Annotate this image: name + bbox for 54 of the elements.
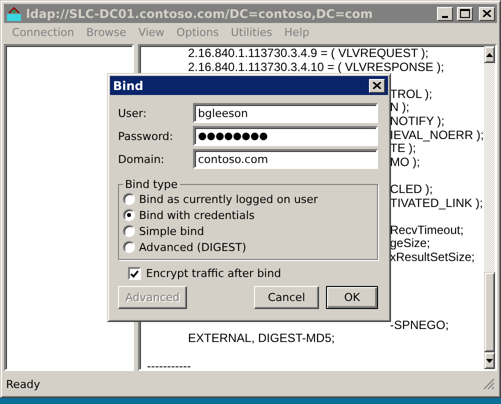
output-line: geSize; (390, 236, 430, 250)
radio-button[interactable] (123, 209, 135, 221)
close-button[interactable] (479, 6, 495, 20)
up-arrow-icon (486, 52, 493, 56)
output-line: CLED ); (390, 182, 433, 196)
radio-button[interactable] (123, 241, 135, 253)
checkbox-label[interactable]: Encrypt traffic after bind (146, 267, 282, 280)
group-title: Bind type (124, 178, 179, 191)
minimize-button[interactable] (437, 6, 453, 20)
maximize-button[interactable] (457, 6, 473, 20)
radio-label[interactable]: Advanced (DIGEST) (139, 240, 246, 254)
minimize-icon (442, 16, 448, 18)
output-line: EXTERNAL, DIGEST-MD5; (188, 331, 335, 346)
field-label: Domain: (118, 152, 166, 166)
output-line: IEVAL_NOERR ); (390, 128, 484, 142)
down-arrow-icon (486, 358, 493, 362)
scrollbar[interactable] (484, 46, 495, 369)
output-line: TE ); (390, 141, 416, 156)
output-line: TROL ); (390, 86, 432, 101)
output-line: NOTIFY ); (390, 114, 444, 128)
output-line: N ); (390, 100, 410, 114)
password-field[interactable]: ●●●●●●●● (193, 126, 378, 146)
output-line: TIVATED_LINK ); (390, 196, 483, 210)
output-line: -SPNEGO; (390, 318, 449, 332)
close-icon (373, 82, 381, 89)
cancel-button[interactable]: Cancel (254, 286, 319, 309)
field-label: Password: (118, 130, 174, 142)
radio-label[interactable]: Bind with credentials (139, 208, 255, 222)
dialog-title: Bind (113, 78, 144, 92)
status-text: Ready (6, 378, 42, 390)
output-line: 2.16.840.1.113730.3.4.9 = ( VLVREQUEST ); (188, 46, 428, 60)
ok-button[interactable]: OK (326, 286, 378, 309)
radio-label[interactable]: Bind as currently logged on user (139, 192, 318, 206)
input-field[interactable]: contoso.com (193, 149, 378, 169)
radio-button[interactable] (123, 193, 135, 205)
input-field[interactable]: bgleeson (193, 103, 378, 123)
window-title: ldap://SLC-DC01.contoso.com/DC=contoso,DC=com (26, 6, 374, 20)
output-line: 2.16.840.1.113730.3.4.10 = ( VLVRESPONSE ); (188, 60, 444, 74)
close-icon (483, 10, 491, 17)
radio-button[interactable] (123, 225, 135, 237)
scroll-up-button[interactable] (484, 46, 495, 63)
radio-label[interactable]: Simple bind (139, 224, 204, 238)
scroll-down-button[interactable] (484, 352, 495, 369)
output-line: xResultSetSize; (390, 250, 475, 264)
field-label: User: (118, 106, 148, 120)
close-button[interactable] (369, 78, 385, 92)
checkbox[interactable] (128, 267, 141, 280)
output-line: RecvTimeout; (390, 222, 464, 237)
resize-grip-icon (483, 378, 495, 390)
maximize-icon (460, 9, 470, 18)
output-line: ----------- (147, 358, 191, 369)
ldap-app-icon (6, 6, 22, 22)
scroll-thumb[interactable] (484, 272, 495, 352)
output-line: MO ); (390, 154, 420, 169)
